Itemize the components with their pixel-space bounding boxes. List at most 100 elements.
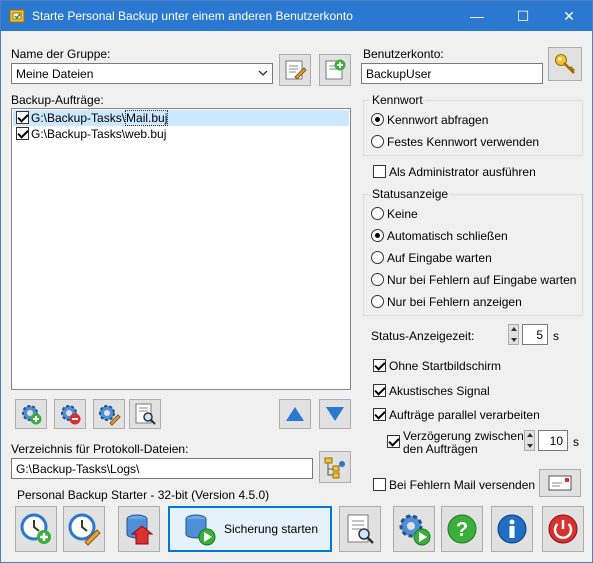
- status-option-none-label[interactable]: Keine: [387, 207, 418, 221]
- status-option-wait-label[interactable]: Auf Eingabe warten: [387, 251, 492, 265]
- restore-button[interactable]: [118, 506, 160, 552]
- group-label: Name der Gruppe:: [11, 47, 111, 61]
- status-option-wait[interactable]: [371, 251, 384, 264]
- status-option-autoclose-label[interactable]: Automatisch schließen: [387, 229, 508, 243]
- gear-edit-icon: [97, 402, 121, 426]
- clock-edit-icon: [67, 512, 101, 546]
- chevron-down-icon: [258, 68, 268, 78]
- job-path: G:\Backup-Tasks\: [31, 127, 126, 141]
- sound-checkbox[interactable]: [373, 384, 386, 397]
- schedule-button[interactable]: [15, 506, 57, 552]
- edit-job-button[interactable]: [93, 399, 125, 429]
- status-option-autoclose[interactable]: [371, 229, 384, 242]
- admin-label[interactable]: Als Administrator ausführen: [389, 165, 536, 179]
- no-splash-checkbox[interactable]: [373, 359, 386, 372]
- group-combo[interactable]: Meine Dateien: [11, 63, 273, 84]
- select-account-button[interactable]: [548, 47, 582, 81]
- move-up-button[interactable]: [279, 399, 311, 429]
- version-text: Personal Backup Starter - 32-bit (Versio…: [17, 488, 270, 502]
- job-checkbox[interactable]: [16, 111, 29, 124]
- gear-play-icon: [397, 512, 431, 546]
- status-time-unit: s: [553, 329, 559, 343]
- delay-spinner[interactable]: [524, 430, 535, 451]
- status-time-spinner[interactable]: [508, 324, 519, 345]
- job-path: G:\Backup-Tasks\: [31, 111, 126, 125]
- list-item[interactable]: G:\Backup-Tasks\web.buj: [13, 126, 349, 142]
- password-option-fixed-label[interactable]: Festes Kennwort verwenden: [387, 135, 539, 149]
- close-button[interactable]: ✕: [546, 1, 592, 31]
- add-list-icon: [323, 58, 347, 82]
- document-search-icon: [343, 512, 377, 546]
- admin-checkbox[interactable]: [373, 165, 386, 178]
- password-option-fixed[interactable]: [371, 135, 384, 148]
- app-icon: [9, 8, 25, 24]
- help-icon: ?: [445, 512, 479, 546]
- help-button[interactable]: ?: [441, 506, 483, 552]
- info-button[interactable]: [491, 506, 533, 552]
- job-checkbox[interactable]: [16, 127, 29, 140]
- status-option-show-on-error[interactable]: [371, 295, 384, 308]
- svg-text:?: ?: [456, 519, 468, 541]
- sound-label[interactable]: Akustisches Signal: [389, 384, 490, 398]
- maximize-button[interactable]: ☐: [500, 1, 546, 31]
- database-restore-icon: [122, 512, 156, 546]
- mail-label[interactable]: Bei Fehlern Mail versenden: [389, 478, 535, 492]
- parallel-label[interactable]: Aufträge parallel verarbeiten: [389, 408, 540, 422]
- show-log-button[interactable]: [339, 506, 381, 552]
- log-dir-input[interactable]: G:\Backup-Tasks\Logs\: [11, 458, 313, 479]
- delay-input[interactable]: 10: [538, 430, 568, 451]
- password-option-ask[interactable]: [371, 113, 384, 126]
- envelope-icon: [548, 474, 572, 492]
- window-title: Starte Personal Backup unter einem ander…: [32, 9, 353, 23]
- delay-unit: s: [573, 435, 579, 449]
- mail-settings-button[interactable]: [539, 469, 581, 497]
- title-bar: Starte Personal Backup unter einem ander…: [1, 1, 592, 31]
- mail-checkbox[interactable]: [373, 478, 386, 491]
- status-legend: Statusanzeige: [370, 187, 451, 201]
- main-window: Starte Personal Backup unter einem ander…: [0, 0, 593, 563]
- edit-list-icon: [283, 58, 307, 82]
- delay-label[interactable]: Verzögerung zwischen den Aufträgen: [403, 430, 524, 456]
- add-job-button[interactable]: [15, 399, 47, 429]
- status-option-show-on-error-label[interactable]: Nur bei Fehlern anzeigen: [387, 295, 522, 309]
- list-item[interactable]: G:\Backup-Tasks\Mail.buj: [13, 110, 349, 126]
- gear-add-icon: [19, 402, 43, 426]
- jobs-listbox[interactable]: G:\Backup-Tasks\Mail.buj G:\Backup-Tasks…: [11, 108, 351, 390]
- group-combo-value: Meine Dateien: [16, 67, 94, 81]
- edit-schedule-button[interactable]: [63, 506, 105, 552]
- exit-button[interactable]: [542, 506, 584, 552]
- run-settings-button[interactable]: [393, 506, 435, 552]
- account-input[interactable]: BackupUser: [361, 63, 543, 84]
- password-legend: Kennwort: [370, 93, 425, 107]
- delay-label-line2: den Aufträgen: [403, 442, 478, 456]
- arrow-down-icon: [324, 405, 346, 423]
- status-time-label: Status-Anzeigezeit:: [371, 329, 475, 343]
- browse-log-dir-button[interactable]: [319, 451, 351, 483]
- info-icon: [495, 512, 529, 546]
- jobs-label: Backup-Aufträge:: [11, 93, 104, 107]
- view-job-button[interactable]: [129, 399, 161, 429]
- minimize-button[interactable]: —: [454, 1, 500, 31]
- status-time-input[interactable]: 5: [522, 324, 548, 345]
- password-option-ask-label[interactable]: Kennwort abfragen: [387, 113, 488, 127]
- status-option-wait-on-error[interactable]: [371, 273, 384, 286]
- clock-add-icon: [19, 512, 53, 546]
- parallel-checkbox[interactable]: [373, 408, 386, 421]
- delay-checkbox[interactable]: [387, 435, 400, 448]
- document-search-icon: [133, 402, 157, 426]
- gear-remove-icon: [58, 402, 82, 426]
- job-file: web.buj: [125, 127, 167, 141]
- add-group-button[interactable]: [319, 54, 351, 86]
- status-option-wait-on-error-label[interactable]: Nur bei Fehlern auf Eingabe warten: [387, 273, 576, 287]
- start-backup-button[interactable]: Sicherung starten: [168, 506, 332, 552]
- no-splash-label[interactable]: Ohne Startbildschirm: [389, 359, 501, 373]
- start-backup-label: Sicherung starten: [223, 522, 319, 536]
- remove-job-button[interactable]: [54, 399, 86, 429]
- job-file: Mail.buj: [125, 110, 169, 126]
- move-down-button[interactable]: [319, 399, 351, 429]
- log-dir-label: Verzeichnis für Protokoll-Dateien:: [11, 442, 189, 456]
- status-option-none[interactable]: [371, 207, 384, 220]
- edit-group-button[interactable]: [279, 54, 311, 86]
- folder-tree-icon: [323, 455, 347, 479]
- power-icon: [546, 512, 580, 546]
